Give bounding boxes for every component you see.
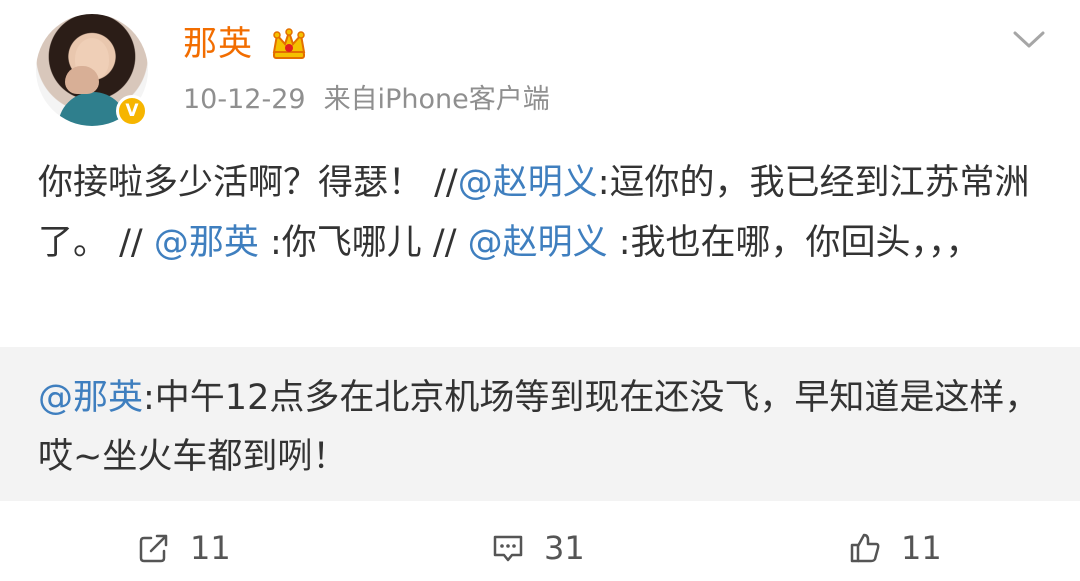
crown-icon bbox=[272, 28, 306, 59]
like-count: 11 bbox=[901, 529, 942, 567]
post-text: 你接啦多少活啊？得瑟！ //@赵明义:逗你的，我已经到江苏常洲了。 // @那英… bbox=[38, 153, 1048, 273]
comment-count: 31 bbox=[544, 529, 585, 567]
repost-icon bbox=[139, 534, 168, 563]
like-button[interactable]: 11 bbox=[847, 527, 942, 569]
post-header: V 那英 10-12-29 来自iPhone客户端 bbox=[0, 0, 1080, 140]
quoted-text: :中午12点多在北京机场等到现在还没飞，早知道是这样，哎~坐火车都到咧！ bbox=[38, 378, 1040, 477]
chevron-down-icon[interactable] bbox=[1012, 27, 1046, 51]
post-text-segment: 你接啦多少活啊？得瑟！ // bbox=[38, 163, 458, 203]
action-bar: 11 31 11 bbox=[0, 515, 1080, 581]
post-source: 来自iPhone客户端 bbox=[323, 84, 550, 115]
quoted-post-text: @那英:中午12点多在北京机场等到现在还没飞，早知道是这样，哎~坐火车都到咧！ bbox=[38, 369, 1048, 487]
thumbs-up-icon bbox=[850, 533, 880, 563]
post-text-segment: :我也在哪，你回头，，， bbox=[607, 223, 981, 263]
post-meta: 10-12-29 来自iPhone客户端 bbox=[183, 80, 550, 120]
post-date: 10-12-29 bbox=[183, 84, 306, 115]
mention-link[interactable]: @那英 bbox=[154, 223, 259, 263]
comment-button[interactable]: 31 bbox=[490, 527, 585, 569]
mention-link[interactable]: @赵明义 bbox=[458, 163, 598, 203]
verified-badge-icon: V bbox=[116, 95, 148, 127]
mention-link[interactable]: @赵明义 bbox=[468, 223, 608, 263]
quoted-mention-link[interactable]: @那英 bbox=[38, 378, 143, 418]
comment-icon bbox=[493, 535, 523, 562]
repost-count: 11 bbox=[190, 529, 231, 567]
repost-button[interactable]: 11 bbox=[136, 527, 231, 569]
post-text-segment: :你飞哪儿 // bbox=[258, 223, 468, 263]
quoted-post[interactable]: @那英:中午12点多在北京机场等到现在还没飞，早知道是这样，哎~坐火车都到咧！ bbox=[0, 347, 1080, 501]
username[interactable]: 那英 bbox=[183, 20, 253, 68]
